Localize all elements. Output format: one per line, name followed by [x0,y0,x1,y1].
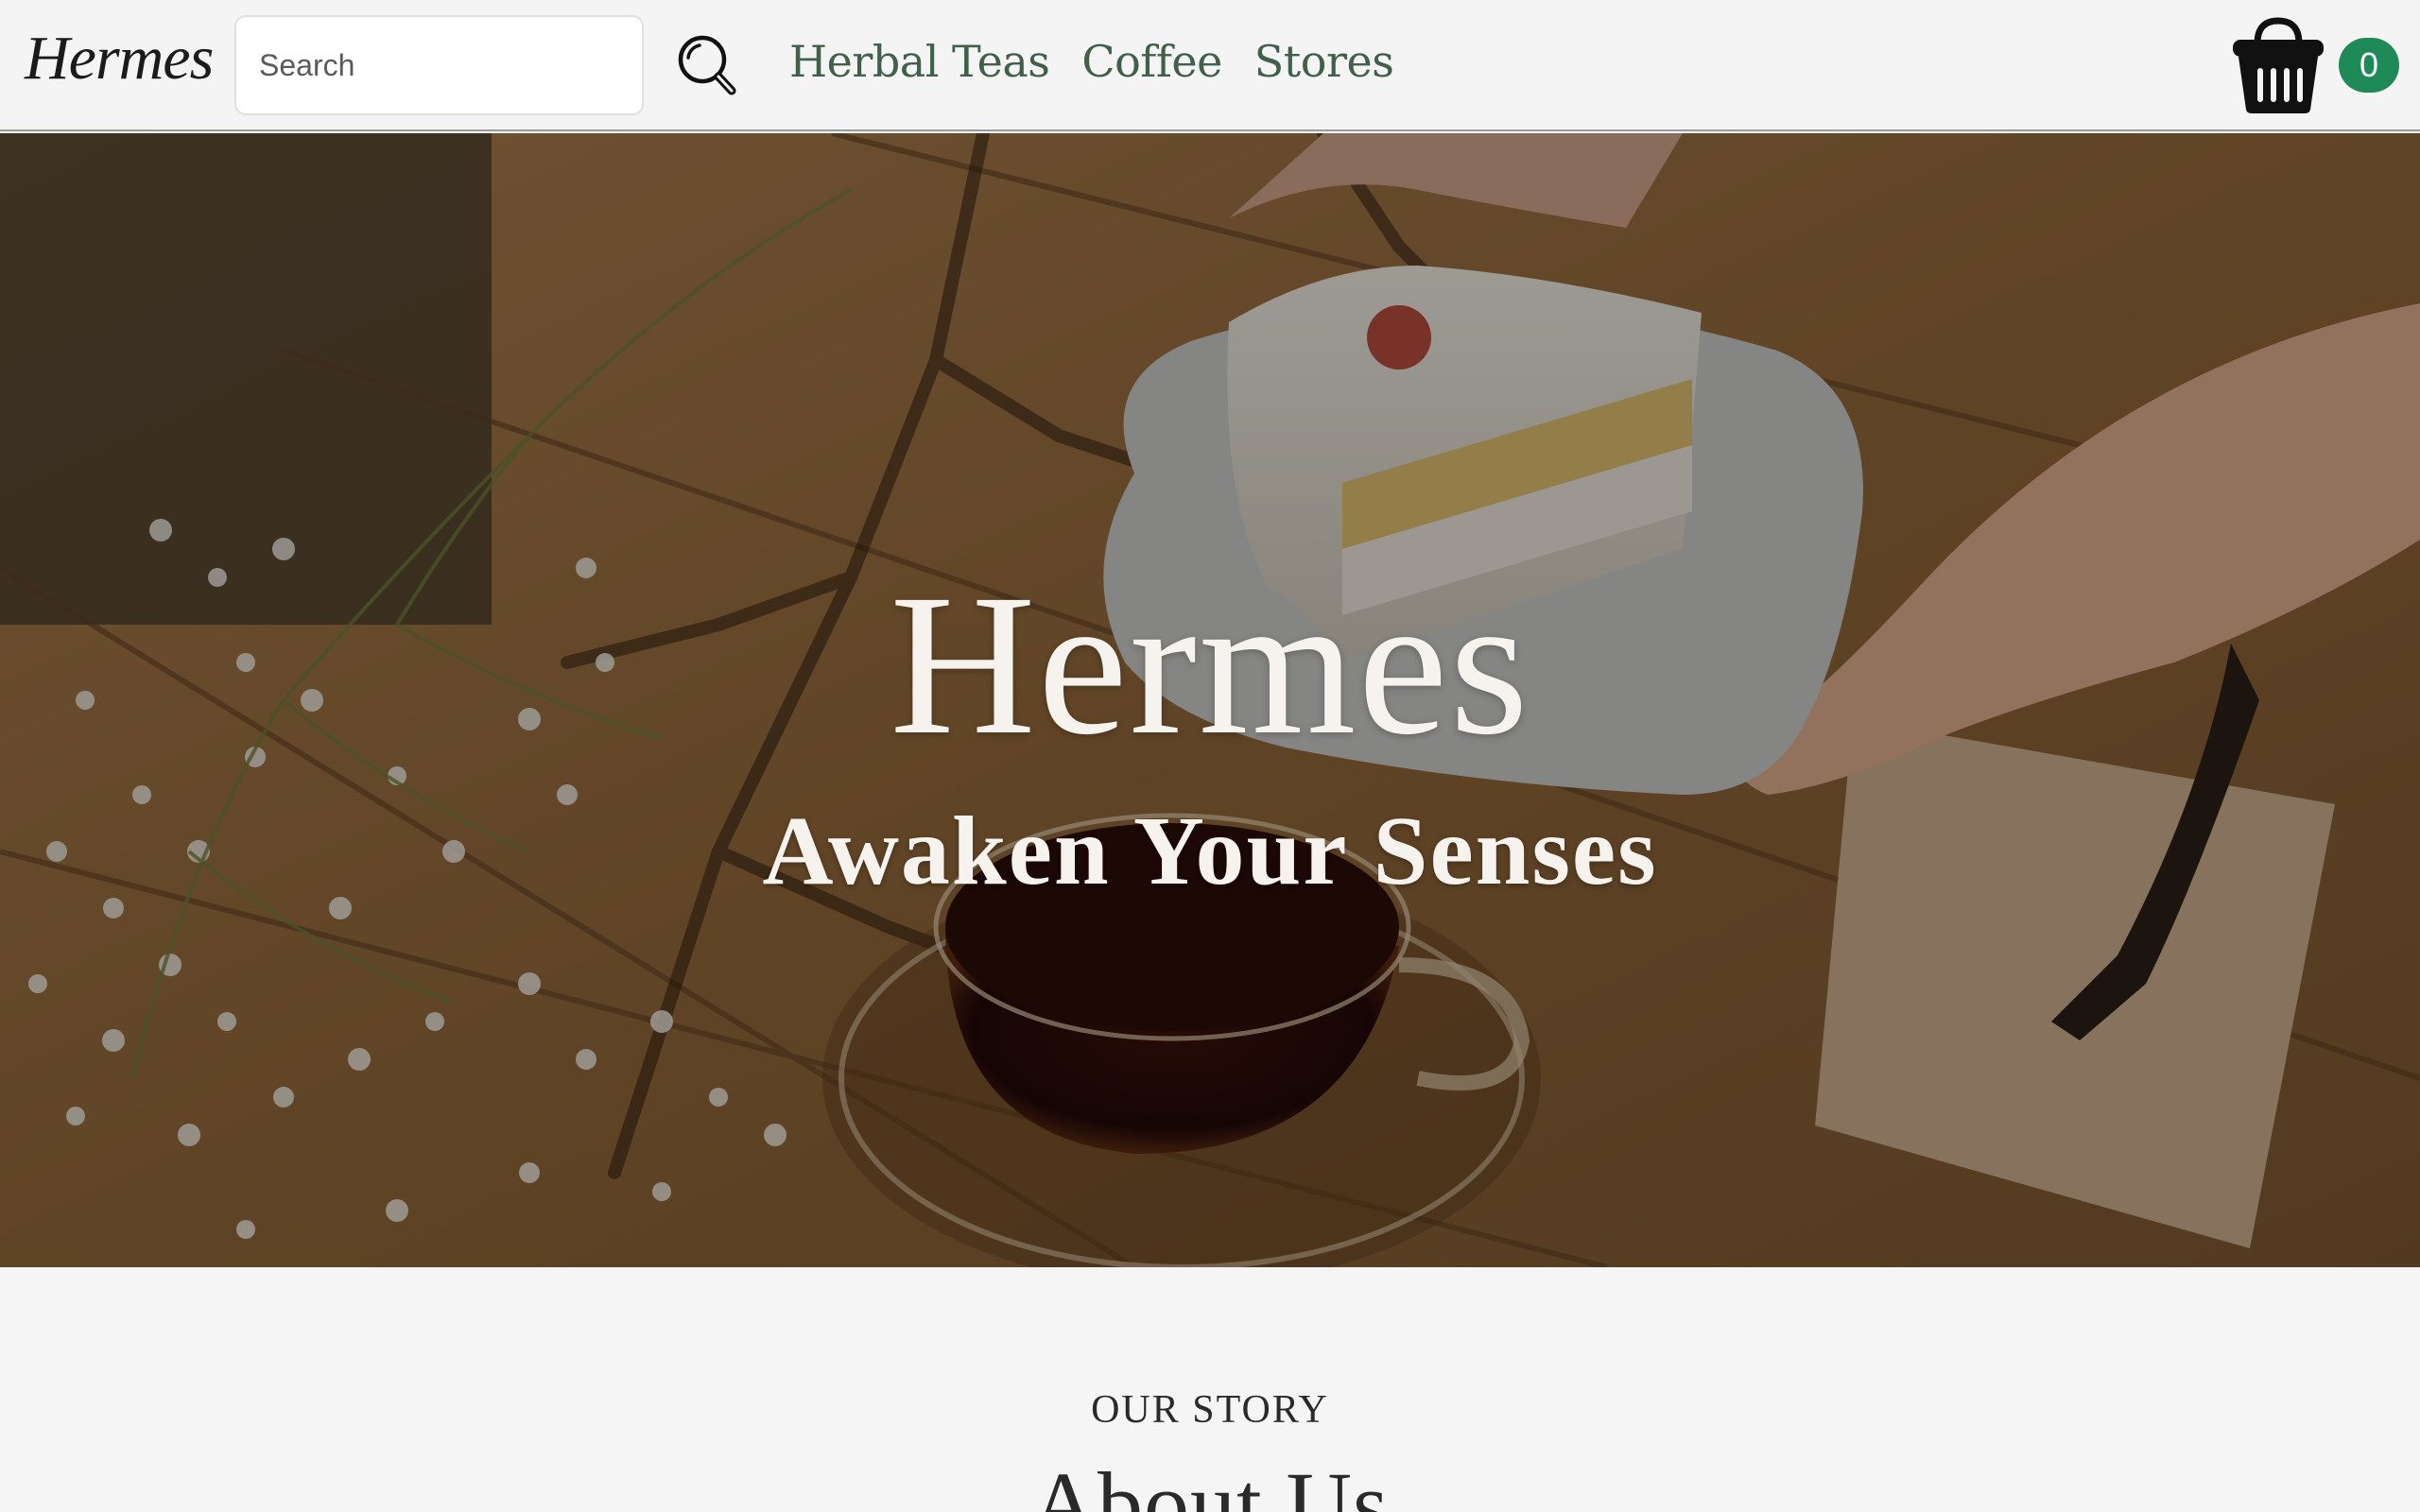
cart-count-badge: 0 [2339,38,2399,93]
top-navigation-bar: Hermes Herbal Teas Coffee Stores 0 [0,0,2420,131]
nav-link-herbal-teas[interactable]: Herbal Teas [789,36,1050,87]
nav-link-coffee[interactable]: Coffee [1081,36,1222,87]
hero-banner: Hermes Awaken Your Senses [0,133,2420,1267]
search-box [234,15,644,115]
search-icon [678,35,736,95]
section-title: About Us [1030,1453,1390,1512]
nav-link-stores[interactable]: Stores [1254,36,1394,87]
shopping-basket-icon [2233,17,2324,113]
main-navigation: Herbal Teas Coffee Stores [789,36,1394,87]
search-button[interactable] [675,32,739,100]
our-story-section: OUR STORY About Us [0,1267,2420,1512]
hero-subtitle: Awaken Your Senses [762,797,1658,905]
site-logo[interactable]: Hermes [25,23,214,94]
cart-button[interactable] [2229,15,2327,115]
search-input[interactable] [236,17,642,113]
section-eyebrow: OUR STORY [1091,1388,1329,1432]
hero-title: Hermes [890,553,1530,777]
